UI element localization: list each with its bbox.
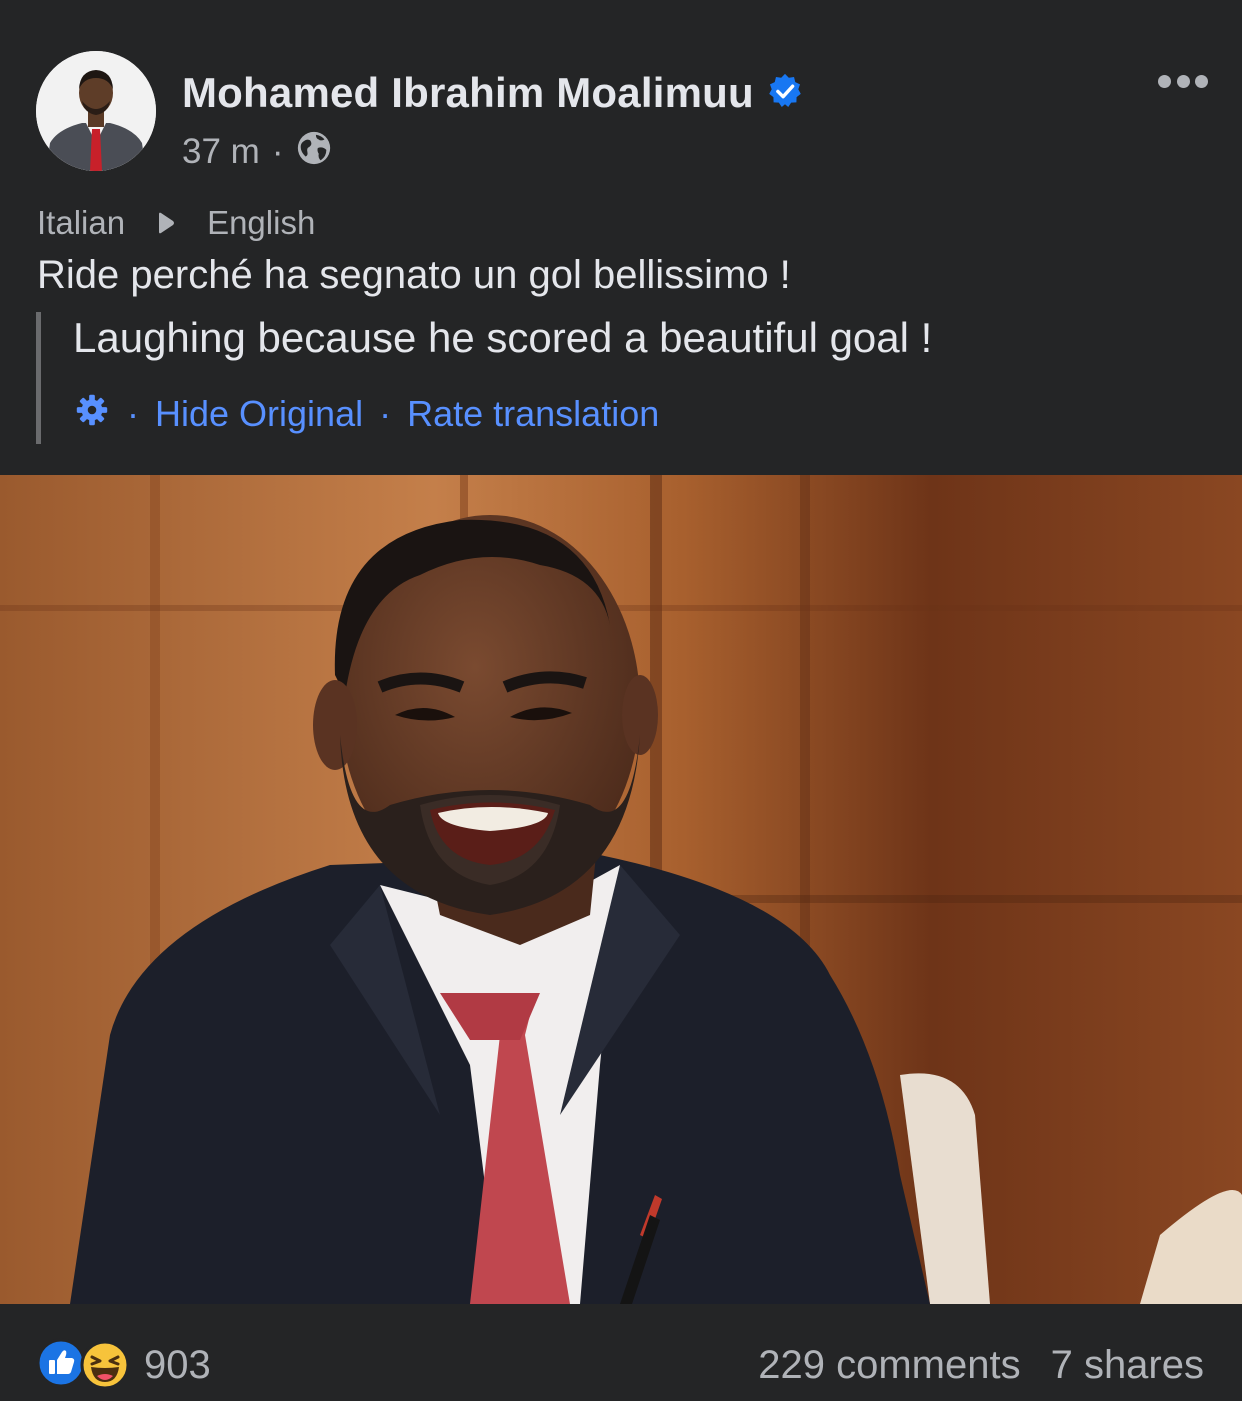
translation-languages: Italian English [37, 203, 315, 243]
globe-icon[interactable] [295, 129, 333, 176]
reaction-count[interactable]: 903 [144, 1343, 211, 1388]
more-dot [1176, 74, 1190, 88]
comments-count[interactable]: 229 comments [758, 1343, 1020, 1388]
rate-translation-link[interactable]: Rate translation [407, 393, 659, 435]
translation-actions: · Hide Original · Rate translation [73, 392, 659, 436]
arrow-right-icon [125, 204, 207, 242]
verified-badge-icon [754, 72, 804, 115]
author-row: Mohamed Ibrahim Moalimuu [182, 68, 804, 118]
source-language: Italian [37, 204, 126, 241]
more-options-icon[interactable] [1158, 72, 1208, 90]
translation-block: Laughing because he scored a beautiful g… [36, 312, 1216, 444]
action-separator: · [379, 393, 392, 434]
translated-text: Laughing because he scored a beautiful g… [73, 314, 933, 361]
more-dot [1195, 74, 1208, 88]
reactions-summary[interactable]: 903 [36, 1338, 211, 1393]
original-text: Ride perché ha segnato un gol bellissimo… [37, 253, 791, 297]
post-photo[interactable] [0, 475, 1242, 1304]
meta-separator: · [271, 132, 284, 171]
hide-original-link[interactable]: Hide Original [155, 393, 363, 435]
like-icon [36, 1338, 86, 1393]
author-name[interactable]: Mohamed Ibrahim Moalimuu [182, 69, 754, 117]
post-meta: 37 m · [182, 130, 333, 174]
target-language: English [207, 204, 316, 241]
engagement-counts: 229 comments 7 shares [758, 1340, 1204, 1390]
facebook-post: Mohamed Ibrahim Moalimuu 37 m · Italian [0, 0, 1242, 1401]
gear-icon[interactable] [73, 391, 111, 438]
action-separator: · [127, 393, 139, 434]
shares-count[interactable]: 7 shares [1051, 1343, 1204, 1388]
haha-icon [80, 1340, 130, 1390]
more-dot [1158, 74, 1171, 88]
post-timestamp[interactable]: 37 m [182, 132, 260, 172]
author-avatar[interactable] [36, 51, 156, 171]
